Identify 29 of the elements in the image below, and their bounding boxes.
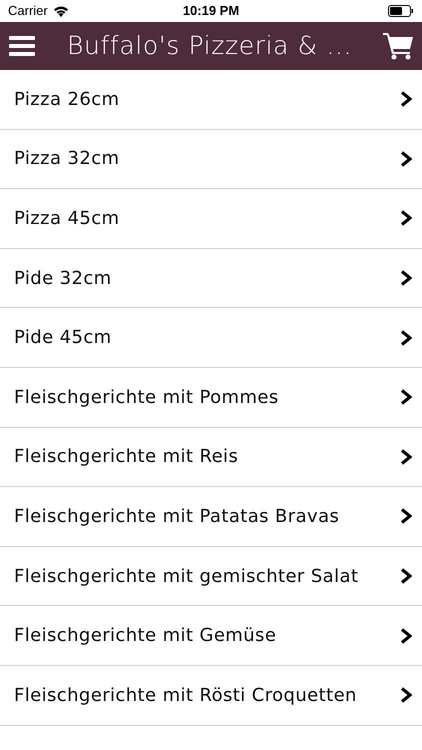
category-row[interactable]: Fleischgerichte mit Patatas Bravas: [0, 487, 422, 547]
chevron-right-icon: [400, 508, 412, 524]
battery-icon: [388, 5, 414, 17]
category-row[interactable]: Fleischgerichte mit Pommes: [0, 368, 422, 428]
chevron-right-icon: [400, 448, 412, 465]
category-row[interactable]: Fleischgerichte mit Reis: [0, 428, 422, 488]
category-row[interactable]: Fleischgerichte mit gemischter Salat: [0, 546, 422, 606]
clock-time: 10:19 PM: [182, 2, 240, 20]
chevron-right-icon: [400, 270, 412, 286]
cart-icon[interactable]: [383, 32, 413, 60]
category-row[interactable]: Fleischgerichte mit Rösti Croquetten: [0, 666, 422, 726]
chevron-right-icon: [400, 568, 412, 584]
chevron-right-icon: [400, 210, 412, 226]
category-row[interactable]: Pizza 32cm: [0, 130, 422, 190]
category-row[interactable]: Fleischgerichte mit Gemüse: [0, 606, 422, 666]
wifi-icon: [52, 5, 69, 17]
category-row[interactable]: Pide 32cm: [0, 248, 422, 308]
chevron-right-icon: [400, 150, 412, 167]
chevron-right-icon: [400, 330, 412, 346]
carrier-label: Carrier: [8, 2, 48, 20]
chevron-right-icon: [400, 687, 412, 704]
menu-icon[interactable]: [9, 36, 35, 56]
app-title: Buffalo's Pizzeria & ...: [67, 30, 352, 62]
category-row[interactable]: Pide 45cm: [0, 308, 422, 368]
category-row[interactable]: Pizza 45cm: [0, 189, 422, 249]
chevron-right-icon: [400, 628, 412, 644]
chevron-right-icon: [400, 91, 412, 108]
chevron-right-icon: [400, 389, 412, 406]
category-row[interactable]: Pizza 26cm: [0, 70, 422, 130]
